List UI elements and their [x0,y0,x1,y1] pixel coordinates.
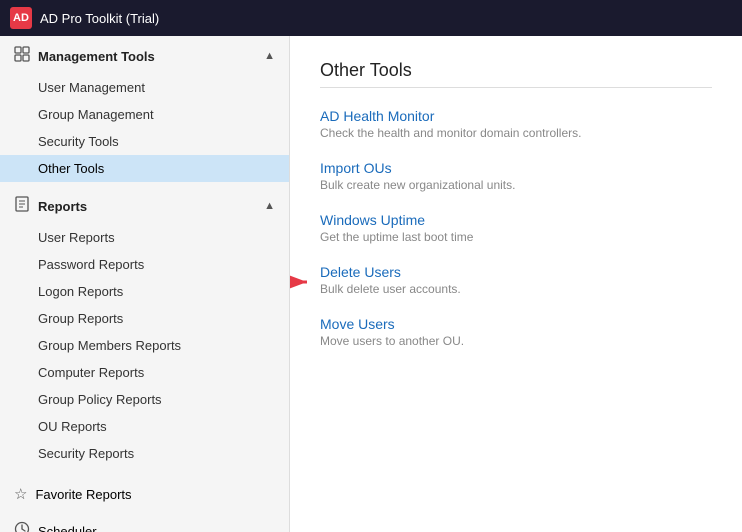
sidebar-item-group-members-reports[interactable]: Group Members Reports [0,332,289,359]
other-tools-label: Other Tools [38,161,104,176]
windows-uptime-link[interactable]: Windows Uptime [320,212,425,228]
management-tools-items: User Management Group Management Securit… [0,74,289,182]
sidebar-item-logon-reports[interactable]: Logon Reports [0,278,289,305]
favorite-reports-label: Favorite Reports [35,487,131,502]
scheduler-icon [14,521,30,532]
content-divider [320,87,712,88]
ad-health-monitor-desc: Check the health and monitor domain cont… [320,126,712,140]
content-area: Other Tools AD Health Monitor Check the … [290,36,742,532]
move-users-desc: Move users to another OU. [320,334,712,348]
management-tools-label: Management Tools [38,49,155,64]
move-users-link[interactable]: Move Users [320,316,395,332]
sidebar-item-favorite-reports[interactable]: ☆ Favorite Reports [0,475,289,511]
import-ous-link[interactable]: Import OUs [320,160,392,176]
sidebar-item-security-reports[interactable]: Security Reports [0,440,289,467]
sidebar-item-ou-reports[interactable]: OU Reports [0,413,289,440]
tool-windows-uptime: Windows Uptime Get the uptime last boot … [320,212,712,244]
sidebar-item-group-management[interactable]: Group Management [0,101,289,128]
section-reports[interactable]: Reports ▲ [0,186,289,224]
tool-delete-users: Delete Users Bulk delete user accounts. [320,264,712,296]
sidebar-item-user-management[interactable]: User Management [0,74,289,101]
management-tools-icon [14,46,30,66]
titlebar: AD AD Pro Toolkit (Trial) [0,0,742,36]
sidebar-item-group-reports[interactable]: Group Reports [0,305,289,332]
delete-users-link[interactable]: Delete Users [320,264,401,280]
reports-icon [14,196,30,216]
app-icon: AD [10,7,32,29]
tool-import-ous: Import OUs Bulk create new organizationa… [320,160,712,192]
tool-ad-health-monitor: AD Health Monitor Check the health and m… [320,108,712,140]
reports-chevron: ▲ [264,200,275,212]
sidebar-item-group-policy-reports[interactable]: Group Policy Reports [0,386,289,413]
section-management-tools[interactable]: Management Tools ▲ [0,36,289,74]
sidebar-item-other-tools[interactable]: Other Tools [0,155,289,182]
tool-move-users: Move Users Move users to another OU. [320,316,712,348]
import-ous-desc: Bulk create new organizational units. [320,178,712,192]
favorite-reports-icon: ☆ [14,485,27,503]
app-title: AD Pro Toolkit (Trial) [40,11,159,26]
sidebar-item-computer-reports[interactable]: Computer Reports [0,359,289,386]
arrow-delete-users [290,268,315,296]
reports-label: Reports [38,199,87,214]
ad-health-monitor-link[interactable]: AD Health Monitor [320,108,434,124]
sidebar-item-scheduler[interactable]: Scheduler [0,511,289,532]
page-title: Other Tools [320,60,712,81]
delete-users-desc: Bulk delete user accounts. [320,282,712,296]
reports-items: User Reports Password Reports Logon Repo… [0,224,289,467]
sidebar-item-password-reports[interactable]: Password Reports [0,251,289,278]
sidebar-item-security-tools[interactable]: Security Tools [0,128,289,155]
sidebar-item-user-reports[interactable]: User Reports [0,224,289,251]
management-tools-chevron: ▲ [264,50,275,62]
main-layout: Management Tools ▲ User Management Group… [0,36,742,532]
sidebar: Management Tools ▲ User Management Group… [0,36,290,532]
scheduler-label: Scheduler [38,524,97,532]
windows-uptime-desc: Get the uptime last boot time [320,230,712,244]
